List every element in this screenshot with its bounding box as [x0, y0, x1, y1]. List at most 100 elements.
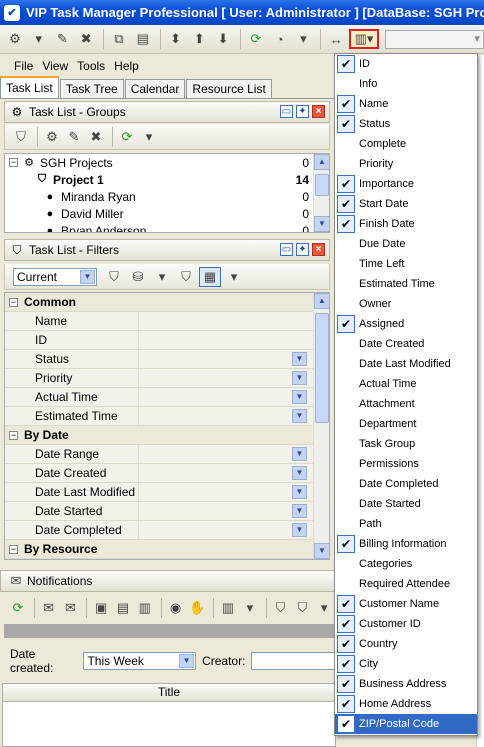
column-menu-item[interactable]: ✔ ID — [335, 54, 477, 74]
dropdown-arrow-icon[interactable]: ▾ — [293, 29, 315, 49]
menu-view[interactable]: View — [42, 59, 68, 73]
column-menu-item[interactable]: ✔ City — [335, 654, 477, 674]
clear-filter-icon[interactable]: ⛉ — [175, 267, 197, 287]
tree-row[interactable]: ● Bryan Anderson 0 — [5, 222, 329, 233]
filter-icon[interactable]: ⛉ — [103, 267, 125, 287]
reminder-icon[interactable]: ◔ — [269, 29, 291, 49]
dropdown-arrow-icon[interactable]: ▾ — [139, 127, 159, 147]
collapse-icon[interactable]: − — [9, 430, 18, 440]
column-menu-item[interactable]: ✔ Customer Name — [335, 594, 477, 614]
hand-icon[interactable]: ✋ — [187, 598, 207, 618]
column-menu-item[interactable]: ✔ Start Date — [335, 194, 477, 214]
collapse-icon[interactable]: − — [9, 158, 18, 167]
scroll-up-icon[interactable]: ▲ — [314, 154, 329, 170]
move-down-icon[interactable]: ⬇ — [212, 29, 234, 49]
menu-file[interactable]: File — [14, 59, 33, 73]
column-menu-item[interactable]: Complete — [335, 134, 477, 154]
tab-task-list[interactable]: Task List — [0, 76, 59, 98]
chevron-down-icon[interactable]: ▼ — [179, 654, 195, 668]
paste-task-icon[interactable]: ▤ — [132, 29, 154, 49]
edit-group-icon[interactable]: ✎ — [64, 127, 84, 147]
filter-row[interactable]: Date Last Modified ▼ — [5, 483, 329, 502]
column-menu-item[interactable]: ✔ Billing Information — [335, 534, 477, 554]
column-menu-item[interactable]: Info — [335, 74, 477, 94]
column-menu-item[interactable]: ✔ Country — [335, 634, 477, 654]
column-menu-item[interactable]: ✔ Status — [335, 114, 477, 134]
tree-row[interactable]: ● Miranda Ryan 0 — [5, 188, 329, 205]
refresh-icon[interactable]: ⟳ — [8, 598, 28, 618]
column-menu-item[interactable]: Task Group — [335, 434, 477, 454]
chevron-down-icon[interactable]: ▼ — [292, 523, 307, 537]
collapse-icon[interactable]: − — [9, 297, 18, 307]
mark-unread-icon[interactable]: ✉ — [61, 598, 81, 618]
copy-task-icon[interactable]: ⧉ — [108, 29, 130, 49]
filter-row[interactable]: Name — [5, 312, 329, 331]
toolbar-combo[interactable] — [384, 29, 484, 49]
columns-icon[interactable]: ▥ — [218, 598, 238, 618]
float-panel-icon[interactable]: ▭ — [280, 105, 293, 118]
filter-row[interactable]: Date Created ▼ — [5, 464, 329, 483]
chevron-down-icon[interactable]: ▼ — [80, 269, 95, 284]
filter-row[interactable]: Status ▼ — [5, 350, 329, 369]
dropdown-arrow-icon[interactable]: ▾ — [151, 267, 173, 287]
chevron-down-icon[interactable]: ▼ — [292, 390, 307, 404]
column-menu-item[interactable]: ✔ Business Address — [335, 674, 477, 694]
close-icon[interactable]: × — [312, 243, 325, 256]
view-task-icon[interactable]: ◉ — [166, 598, 186, 618]
filter-category[interactable]: − By Resource — [5, 540, 329, 559]
new-task-icon[interactable]: ⚙ — [4, 29, 26, 49]
reply-icon[interactable]: ▤ — [113, 598, 133, 618]
filter-row[interactable]: Estimated Time ▼ — [5, 407, 329, 426]
column-menu-item[interactable]: ✔ Name — [335, 94, 477, 114]
dropdown-arrow-icon[interactable]: ▾ — [28, 29, 50, 49]
scroll-down-icon[interactable]: ▼ — [314, 543, 329, 559]
filter-settings-icon[interactable]: ⛁ — [127, 267, 149, 287]
tree-row[interactable]: − ⚙ SGH Projects 0 — [5, 154, 329, 171]
column-menu-item[interactable]: Attachment — [335, 394, 477, 414]
chevron-down-icon[interactable]: ▼ — [292, 485, 307, 499]
chevron-down-icon[interactable]: ▼ — [292, 352, 307, 366]
tree-scrollbar[interactable]: ▲ ▼ — [313, 154, 329, 232]
chevron-down-icon[interactable]: ▼ — [292, 466, 307, 480]
scroll-thumb[interactable] — [315, 174, 329, 196]
date-created-select[interactable]: This Week ▼ — [83, 652, 197, 670]
filter-category[interactable]: − Common — [5, 293, 329, 312]
filter-preset-select[interactable]: Current ▼ — [13, 267, 97, 286]
column-menu-item[interactable]: Due Date — [335, 234, 477, 254]
columns-chooser-button[interactable]: ▥▾ — [349, 29, 379, 49]
column-header-title[interactable]: Title — [3, 684, 335, 702]
column-menu-item[interactable]: Date Last Modified — [335, 354, 477, 374]
menu-help[interactable]: Help — [114, 59, 139, 73]
column-menu-item[interactable]: ✔ Finish Date — [335, 214, 477, 234]
filter-row[interactable]: Actual Time ▼ — [5, 388, 329, 407]
tab-task-tree[interactable]: Task Tree — [59, 79, 124, 98]
column-menu-item[interactable]: Owner — [335, 294, 477, 314]
delete-group-icon[interactable]: ✖ — [86, 127, 106, 147]
dropdown-arrow-icon[interactable]: ▾ — [314, 598, 334, 618]
move-up-icon[interactable]: ⬆ — [188, 29, 210, 49]
filter-icon[interactable]: ⛉ — [271, 598, 291, 618]
autofit-columns-icon[interactable]: ↔ — [325, 29, 347, 49]
chevron-down-icon[interactable]: ▼ — [292, 371, 307, 385]
filter-icon[interactable]: ⛉ — [11, 127, 31, 147]
open-message-icon[interactable]: ▣ — [91, 598, 111, 618]
add-group-icon[interactable]: ⚙ — [42, 127, 62, 147]
menu-tools[interactable]: Tools — [77, 59, 105, 73]
column-menu-item[interactable]: Date Started — [335, 494, 477, 514]
chevron-down-icon[interactable]: ▼ — [292, 409, 307, 423]
edit-task-icon[interactable]: ✎ — [52, 29, 74, 49]
column-menu-item[interactable]: Path — [335, 514, 477, 534]
move-icon[interactable]: ⬍ — [165, 29, 187, 49]
pin-icon[interactable]: ✦ — [296, 105, 309, 118]
column-menu-item[interactable]: Actual Time — [335, 374, 477, 394]
filter-row[interactable]: Date Started ▼ — [5, 502, 329, 521]
tree-row[interactable]: ● David Miller 0 — [5, 205, 329, 222]
column-menu-item[interactable]: ✔ Assigned — [335, 314, 477, 334]
column-menu-item[interactable]: Estimated Time — [335, 274, 477, 294]
column-menu-item[interactable]: ✔ ZIP/Postal Code — [335, 714, 477, 734]
refresh-icon[interactable]: ⟳ — [245, 29, 267, 49]
delete-task-icon[interactable]: ✖ — [75, 29, 97, 49]
tree-row[interactable]: ⛉ Project 1 14 — [5, 171, 329, 188]
float-panel-icon[interactable]: ▭ — [280, 243, 293, 256]
collapse-icon[interactable]: − — [9, 544, 18, 554]
